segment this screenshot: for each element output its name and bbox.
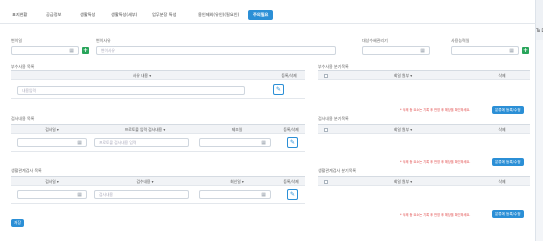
tab-6[interactable]: 주의필요 — [248, 10, 274, 20]
select-all-checkbox[interactable] — [324, 74, 328, 78]
row-divider — [11, 151, 305, 152]
section2-table-header: 검사일 ▾ 프로토콜 입력 검사내용 ▾ 제조일 등록/삭제 — [11, 124, 305, 134]
section2-right-title: 검사내용 분기목록 — [318, 116, 349, 121]
row-divider — [11, 203, 305, 204]
col-date[interactable]: 검사일 ▾ — [11, 177, 93, 187]
section1-content-input[interactable]: 내용입력 — [17, 86, 245, 95]
row-divider — [11, 98, 305, 99]
field1-label: 변이일 — [11, 38, 23, 43]
edit-icon[interactable]: ✎ — [287, 189, 298, 200]
col-action: 등록/삭제 — [283, 127, 299, 132]
col-action: 등록/삭제 — [281, 73, 297, 78]
section1-right-header: 회일 원부 ▾ 삭제 — [318, 70, 530, 80]
section2-protocol-input[interactable]: 프로토콜 검사내용 입력 — [94, 138, 189, 147]
section1-register-button[interactable]: 분류에 등록/수정 — [492, 106, 524, 114]
section3-title: 생활관계검사 목록 — [11, 168, 42, 173]
section1-note: * 삭제 등 요소는 기록 후 반영 후 해당을 확인하세요. — [400, 108, 471, 112]
reason-input[interactable]: 변이사유 — [96, 46, 336, 55]
date-input-4[interactable]: ▦ — [451, 46, 519, 55]
col-delete: 삭제 — [498, 73, 506, 78]
section2-right-header: 회일 원부 ▾ 삭제 — [318, 124, 530, 134]
col-history[interactable]: 회일 원부 ▾ — [332, 177, 474, 187]
calendar-icon[interactable]: ▦ — [509, 48, 514, 54]
edit-icon[interactable]: ✎ — [287, 137, 298, 148]
section2-register-button[interactable]: 분류에 등록/수정 — [492, 158, 524, 166]
section3-content-input[interactable]: 검사내용 — [94, 190, 189, 199]
edit-icon[interactable]: ✎ — [273, 84, 284, 95]
tab-1[interactable]: 공급정보 — [41, 10, 66, 20]
col-delete: 삭제 — [498, 179, 506, 184]
tab-bar: 표지현황 공급정보 생활특성 생활특성(세부) 업무분장 특성 용인제외(유인)… — [0, 6, 536, 24]
calendar-icon[interactable]: ▦ — [261, 192, 266, 198]
section2-title: 검사내용 목록 — [11, 116, 35, 121]
tab-3[interactable]: 생활특성(세부) — [106, 10, 142, 20]
col-history[interactable]: 회일 원부 ▾ — [332, 125, 474, 135]
section3-date-input[interactable]: ▦ — [17, 190, 87, 199]
section2-date-input[interactable]: ▦ — [17, 138, 87, 147]
section3-right-title: 생활관계검사 분기목록 — [318, 168, 357, 173]
section2-note: * 삭제 등 요소는 기록 후 반영 후 해당을 확인하세요. — [400, 160, 471, 164]
tab-0[interactable]: 표지현황 — [7, 10, 32, 20]
field2-label: 변이사유 — [96, 38, 111, 43]
save-button[interactable]: 저장 — [11, 219, 24, 227]
date-input-3[interactable]: ▦ — [362, 46, 430, 55]
main-window: 표지현황 공급정보 생활특성 생활특성(세부) 업무분장 특성 용인제외(유인)… — [0, 0, 536, 241]
tab-5[interactable]: 용인제외(유인)(필요인) — [193, 10, 244, 20]
add-icon[interactable]: + — [82, 47, 89, 54]
side-panel — [536, 40, 543, 241]
section3-register-button[interactable]: 분류에 등록/수정 — [492, 210, 524, 218]
field3-label: 대상수혜관리기 — [362, 38, 388, 43]
select-all-checkbox[interactable] — [324, 128, 328, 132]
col-delete: 삭제 — [498, 127, 506, 132]
calendar-icon[interactable]: ▦ — [69, 48, 74, 54]
col-content[interactable]: 검수내용 ▾ — [93, 177, 197, 187]
col-manufacture: 제조일 — [231, 127, 243, 132]
section2-manufacture-input[interactable]: ▦ — [199, 138, 271, 147]
calendar-icon[interactable]: ▦ — [261, 140, 266, 146]
section3-table-header: 검사일 ▾ 검수내용 ▾ 회신일 ▾ 등록/삭제 — [11, 176, 305, 186]
section3-reply-input[interactable]: ▦ — [199, 190, 271, 199]
col-reply[interactable]: 회신일 ▾ — [197, 177, 277, 187]
col-date[interactable]: 검사일 ▾ — [11, 125, 93, 135]
calendar-icon[interactable]: ▦ — [420, 48, 425, 54]
date-input-1[interactable]: ▦ — [11, 46, 79, 55]
todo-label[interactable]: To Do — [536, 28, 543, 33]
col-protocol[interactable]: 프로토콜 입력 검사내용 ▾ — [93, 125, 197, 135]
col-history[interactable]: 회일 원부 ▾ — [332, 71, 474, 81]
field4-label: 사용능력일 — [451, 38, 470, 43]
calendar-icon[interactable]: ▦ — [77, 140, 82, 146]
tab-2[interactable]: 생활특성 — [75, 10, 100, 20]
section3-right-header: 회일 원부 ▾ 삭제 — [318, 176, 530, 186]
col-action: 등록/삭제 — [283, 179, 299, 184]
section1-table-header: 사유 내용 ▾ 등록/삭제 — [11, 70, 305, 80]
select-all-checkbox[interactable] — [324, 180, 328, 184]
add-icon[interactable]: + — [522, 47, 529, 54]
section3-note: * 삭제 등 요소는 기록 후 반영 후 해당을 확인하세요. — [400, 213, 471, 217]
col-name[interactable]: 사유 내용 ▾ — [11, 71, 273, 81]
calendar-icon[interactable]: ▦ — [77, 192, 82, 198]
tab-4[interactable]: 업무분장 특성 — [147, 10, 181, 20]
